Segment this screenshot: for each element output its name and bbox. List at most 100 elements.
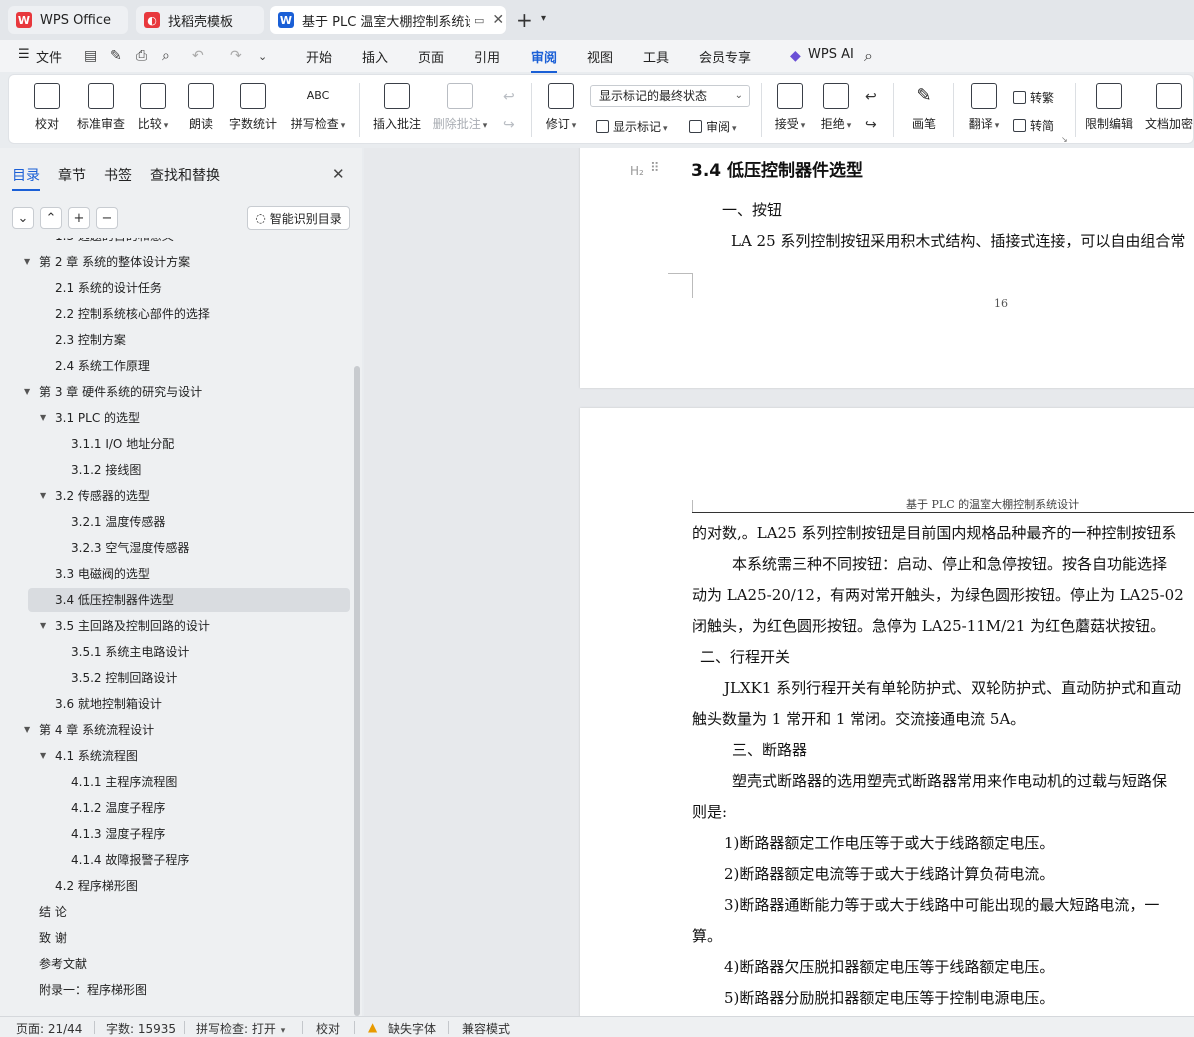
menu-wps-ai[interactable]: WPS AI xyxy=(808,47,854,62)
document-encrypt-button[interactable]: 文档加密 xyxy=(1143,81,1194,132)
toc-item[interactable]: 3.6 就地控制箱设计 xyxy=(28,692,350,716)
toc-item[interactable]: 1.3 选题的目的和意义 xyxy=(28,238,350,248)
revise-button[interactable]: 修订 ▾ xyxy=(541,81,581,132)
menu-reference[interactable]: 引用 xyxy=(474,47,500,66)
tab-toc[interactable]: 目录 xyxy=(12,165,40,191)
hamburger-icon[interactable]: ☰ xyxy=(18,47,30,62)
to-simplified-button[interactable]: 转简 xyxy=(1013,117,1054,134)
spell-check-status[interactable]: 拼写检查: 打开 ▾ xyxy=(196,1020,285,1037)
smart-toc-button[interactable]: ◌ 智能识别目录 xyxy=(247,206,350,230)
format-painter-icon[interactable]: ✎ xyxy=(110,48,122,64)
show-markup-button[interactable]: 显示标记 ▾ xyxy=(596,118,668,135)
add-heading-button[interactable]: + xyxy=(68,207,90,229)
toc-item[interactable]: 4.1.3 湿度子程序 xyxy=(28,822,350,846)
expand-arrow-icon[interactable]: ▼ xyxy=(40,614,46,638)
toc-item[interactable]: 3.2.3 空气湿度传感器 xyxy=(28,536,350,560)
menu-review[interactable]: 审阅 xyxy=(531,47,558,73)
missing-font-status[interactable]: 缺失字体 xyxy=(388,1020,436,1037)
menu-file[interactable]: 文件 xyxy=(36,47,62,66)
standard-review-button[interactable]: 标准审查 xyxy=(75,81,127,132)
menu-member[interactable]: 会员专享 xyxy=(699,47,751,66)
to-traditional-button[interactable]: 转繁 xyxy=(1013,89,1054,106)
read-aloud-button[interactable]: 朗读 xyxy=(183,81,219,132)
collapse-all-button[interactable]: ⌄ xyxy=(12,207,34,229)
toc-item[interactable]: 3.1.2 接线图 xyxy=(28,458,350,482)
tab-wps-office[interactable]: W WPS Office xyxy=(8,6,128,34)
dialog-launcher-icon[interactable]: ↘ xyxy=(1061,135,1068,144)
menu-insert[interactable]: 插入 xyxy=(362,47,388,66)
toc-item[interactable]: 2.1 系统的设计任务 xyxy=(28,276,350,300)
toc-item[interactable]: 4.1.1 主程序流程图 xyxy=(28,770,350,794)
toc-item[interactable]: 致 谢 xyxy=(28,926,350,950)
toc-item[interactable]: 3.3 电磁阀的选型 xyxy=(28,562,350,586)
toc-item[interactable]: ▼ 3.2 传感器的选型 xyxy=(28,484,350,508)
move-up-button[interactable]: ⌃ xyxy=(40,207,62,229)
save-icon[interactable]: ▤ xyxy=(84,48,97,64)
compare-button[interactable]: 比较 ▾ xyxy=(135,81,171,132)
toc-item[interactable]: 参考文献 xyxy=(28,952,350,976)
menu-page[interactable]: 页面 xyxy=(418,47,444,66)
markup-state-select[interactable]: 显示标记的最终状态 ⌄ xyxy=(590,85,750,107)
tab-find-replace[interactable]: 查找和替换 xyxy=(150,165,220,185)
word-count-button[interactable]: 字数统计 xyxy=(227,81,279,132)
toc-item[interactable]: 4.2 程序梯形图 xyxy=(28,874,350,898)
toc-item[interactable]: 3.1.1 I/O 地址分配 xyxy=(28,432,350,456)
toc-item[interactable]: ▼ 第 3 章 硬件系统的研究与设计 xyxy=(24,380,350,404)
toc-item[interactable]: ▼ 3.1 PLC 的选型 xyxy=(28,406,350,430)
print-preview-icon[interactable]: ⌕ xyxy=(162,48,170,64)
toc-scrollbar[interactable] xyxy=(354,366,360,1016)
previous-comment-icon[interactable]: ↩ xyxy=(503,89,515,105)
delete-comment-button[interactable]: 删除批注 ▾ xyxy=(431,81,489,132)
menu-tools[interactable]: 工具 xyxy=(643,47,669,66)
tab-list-chevron-icon[interactable]: ▾ xyxy=(541,13,546,24)
toc-item[interactable]: 3.2.1 温度传感器 xyxy=(28,510,350,534)
toc-item[interactable]: 结 论 xyxy=(28,900,350,924)
translate-button[interactable]: 翻译 ▾ xyxy=(965,81,1003,132)
tab-docer-templates[interactable]: ◐ 找稻壳模板 xyxy=(136,6,264,34)
toc-item[interactable]: 2.3 控制方案 xyxy=(28,328,350,352)
toc-item[interactable]: 3.5.2 控制回路设计 xyxy=(28,666,350,690)
previous-change-icon[interactable]: ↩ xyxy=(865,89,877,105)
expand-arrow-icon[interactable]: ▼ xyxy=(24,718,30,742)
menu-view[interactable]: 视图 xyxy=(587,47,613,66)
pen-button[interactable]: ✎ 画笔 xyxy=(907,81,941,132)
toc-item[interactable]: 2.4 系统工作原理 xyxy=(28,354,350,378)
menu-start[interactable]: 开始 xyxy=(306,47,332,66)
toc-item[interactable]: ▼ 3.5 主回路及控制回路的设计 xyxy=(28,614,350,638)
close-tab-icon[interactable]: ✕ xyxy=(492,12,504,28)
expand-arrow-icon[interactable]: ▼ xyxy=(40,406,46,430)
expand-arrow-icon[interactable]: ▼ xyxy=(24,250,30,274)
new-tab-icon[interactable]: + xyxy=(516,8,533,32)
undo-icon[interactable]: ↶ xyxy=(192,48,204,64)
close-panel-icon[interactable]: ✕ xyxy=(332,165,345,183)
proofread-status[interactable]: 校对 xyxy=(316,1020,340,1037)
restrict-edit-button[interactable]: 限制编辑 xyxy=(1083,81,1135,132)
drag-handle-icon[interactable]: ⠿ xyxy=(650,161,660,176)
word-count-status[interactable]: 字数: 15935 xyxy=(106,1020,176,1037)
accept-button[interactable]: 接受 ▾ xyxy=(771,81,809,132)
quick-access-chevron-icon[interactable]: ⌄ xyxy=(258,50,267,63)
toc-item[interactable]: 附录一：程序梯形图 xyxy=(28,978,350,1002)
toc-item[interactable]: 4.1.4 故障报警子程序 xyxy=(28,848,350,872)
toc-item[interactable]: 3.5.1 系统主电路设计 xyxy=(28,640,350,664)
remove-heading-button[interactable]: − xyxy=(96,207,118,229)
print-icon[interactable]: ⎙ xyxy=(136,48,147,64)
next-change-icon[interactable]: ↪ xyxy=(865,117,877,133)
search-icon[interactable]: ⌕ xyxy=(864,46,873,66)
proofread-button[interactable]: 校对 xyxy=(29,81,65,132)
expand-arrow-icon[interactable]: ▼ xyxy=(40,484,46,508)
expand-arrow-icon[interactable]: ▼ xyxy=(24,380,30,404)
spell-check-button[interactable]: ABC 拼写检查 ▾ xyxy=(287,81,349,132)
tab-sections[interactable]: 章节 xyxy=(58,165,86,185)
tab-bookmarks[interactable]: 书签 xyxy=(104,165,132,185)
toc-item[interactable]: 4.1.2 温度子程序 xyxy=(28,796,350,820)
insert-comment-button[interactable]: 插入批注 xyxy=(371,81,423,132)
page-indicator[interactable]: 页面: 21/44 xyxy=(16,1020,82,1037)
toc-item[interactable]: ▼ 第 2 章 系统的整体设计方案 xyxy=(24,250,350,274)
toc-item[interactable]: ▼ 第 4 章 系统流程设计 xyxy=(24,718,350,742)
review-pane-button[interactable]: 审阅 ▾ xyxy=(689,118,737,135)
toc-item[interactable]: ▼ 4.1 系统流程图 xyxy=(28,744,350,768)
redo-icon[interactable]: ↷ xyxy=(230,48,242,64)
tab-document[interactable]: W 基于 PLC 温室大棚控制系统设 ▭ ✕ xyxy=(270,6,506,34)
expand-arrow-icon[interactable]: ▼ xyxy=(40,744,46,768)
